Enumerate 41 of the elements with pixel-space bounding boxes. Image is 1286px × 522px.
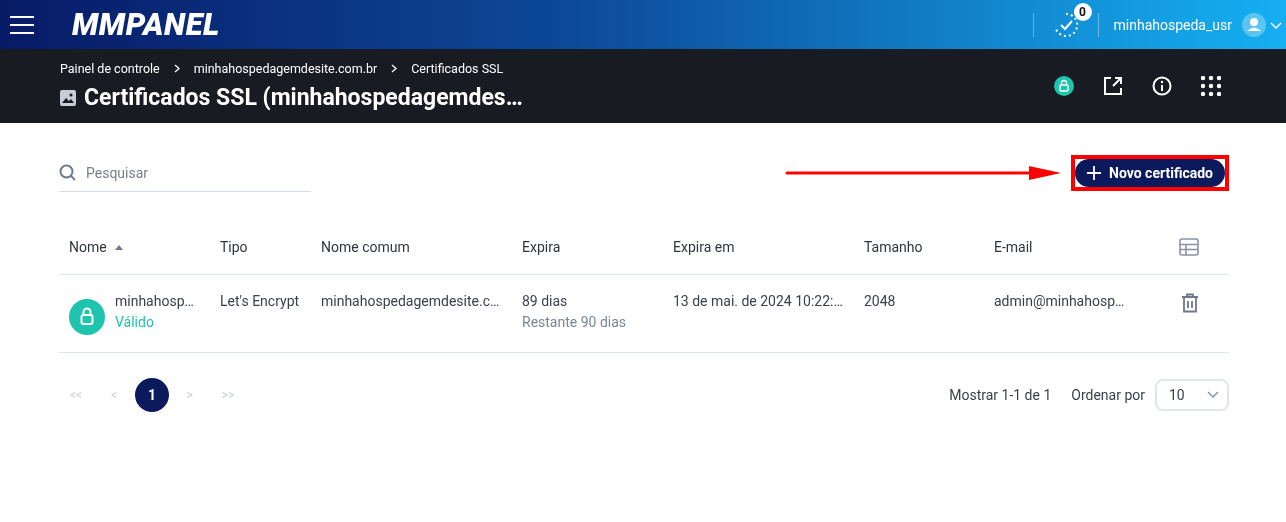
column-header[interactable]: Nome comum bbox=[311, 239, 512, 255]
column-header[interactable]: Expira em bbox=[663, 239, 854, 255]
new-certificate-button[interactable]: Novo certificado bbox=[1075, 159, 1225, 187]
image-icon bbox=[60, 89, 76, 106]
chevron-right-icon bbox=[391, 64, 398, 73]
breadcrumb-link[interactable]: minhahospedagemdesite.com.br bbox=[193, 61, 378, 76]
page-button[interactable]: 1 bbox=[135, 378, 169, 412]
column-header[interactable]: Tipo bbox=[210, 239, 311, 255]
results-summary: Mostrar 1-1 de 1 bbox=[949, 387, 1052, 403]
page-title: Certificados SSL (minhahospedagemdes… bbox=[84, 84, 523, 111]
table-cell-text: Let's Encrypt bbox=[219, 293, 301, 309]
breadcrumb-link[interactable]: Certificados SSL bbox=[411, 61, 504, 76]
table-cell-text: 13 de mai. de 2024 10:22:… bbox=[672, 293, 844, 309]
trash-icon[interactable] bbox=[1181, 293, 1199, 313]
info-icon[interactable] bbox=[1151, 75, 1173, 97]
logo[interactable]: MMPANEL bbox=[72, 6, 220, 43]
table-cell: minhahosp… bbox=[115, 293, 194, 309]
plus-icon bbox=[1087, 166, 1102, 180]
table-columns-icon[interactable] bbox=[1179, 238, 1199, 256]
lock-icon bbox=[69, 299, 105, 335]
table-cell-text: admin@minhahosp… bbox=[993, 293, 1126, 309]
column-header[interactable]: Expira bbox=[512, 239, 663, 255]
menu-icon[interactable] bbox=[10, 14, 34, 35]
table-cell-text: 89 dias bbox=[522, 293, 569, 309]
column-header[interactable]: Tamanho bbox=[854, 239, 984, 255]
page-size-label: Ordenar por bbox=[1071, 387, 1145, 403]
notification-badge: 0 bbox=[1073, 2, 1092, 21]
column-header[interactable]: Nome bbox=[59, 239, 210, 255]
column-header[interactable]: E-mail bbox=[984, 239, 1164, 255]
page-size-select[interactable]: 10 bbox=[1155, 379, 1229, 411]
status-text: Válido bbox=[115, 314, 155, 330]
breadcrumb-link[interactable]: Painel de controle bbox=[60, 61, 160, 76]
table-cell-text: minhahospedagemdesite.c… bbox=[320, 293, 501, 309]
table-cell-text: 2048 bbox=[863, 293, 897, 309]
lock-icon[interactable] bbox=[1053, 75, 1075, 97]
user-avatar-icon[interactable] bbox=[1242, 12, 1266, 37]
remaining-text: Restante 90 dias bbox=[522, 314, 628, 330]
apps-grid-icon[interactable] bbox=[1200, 75, 1222, 97]
chevron-right-icon bbox=[173, 64, 180, 73]
chevron-down-icon bbox=[1207, 391, 1219, 399]
external-link-icon[interactable] bbox=[1102, 75, 1124, 97]
